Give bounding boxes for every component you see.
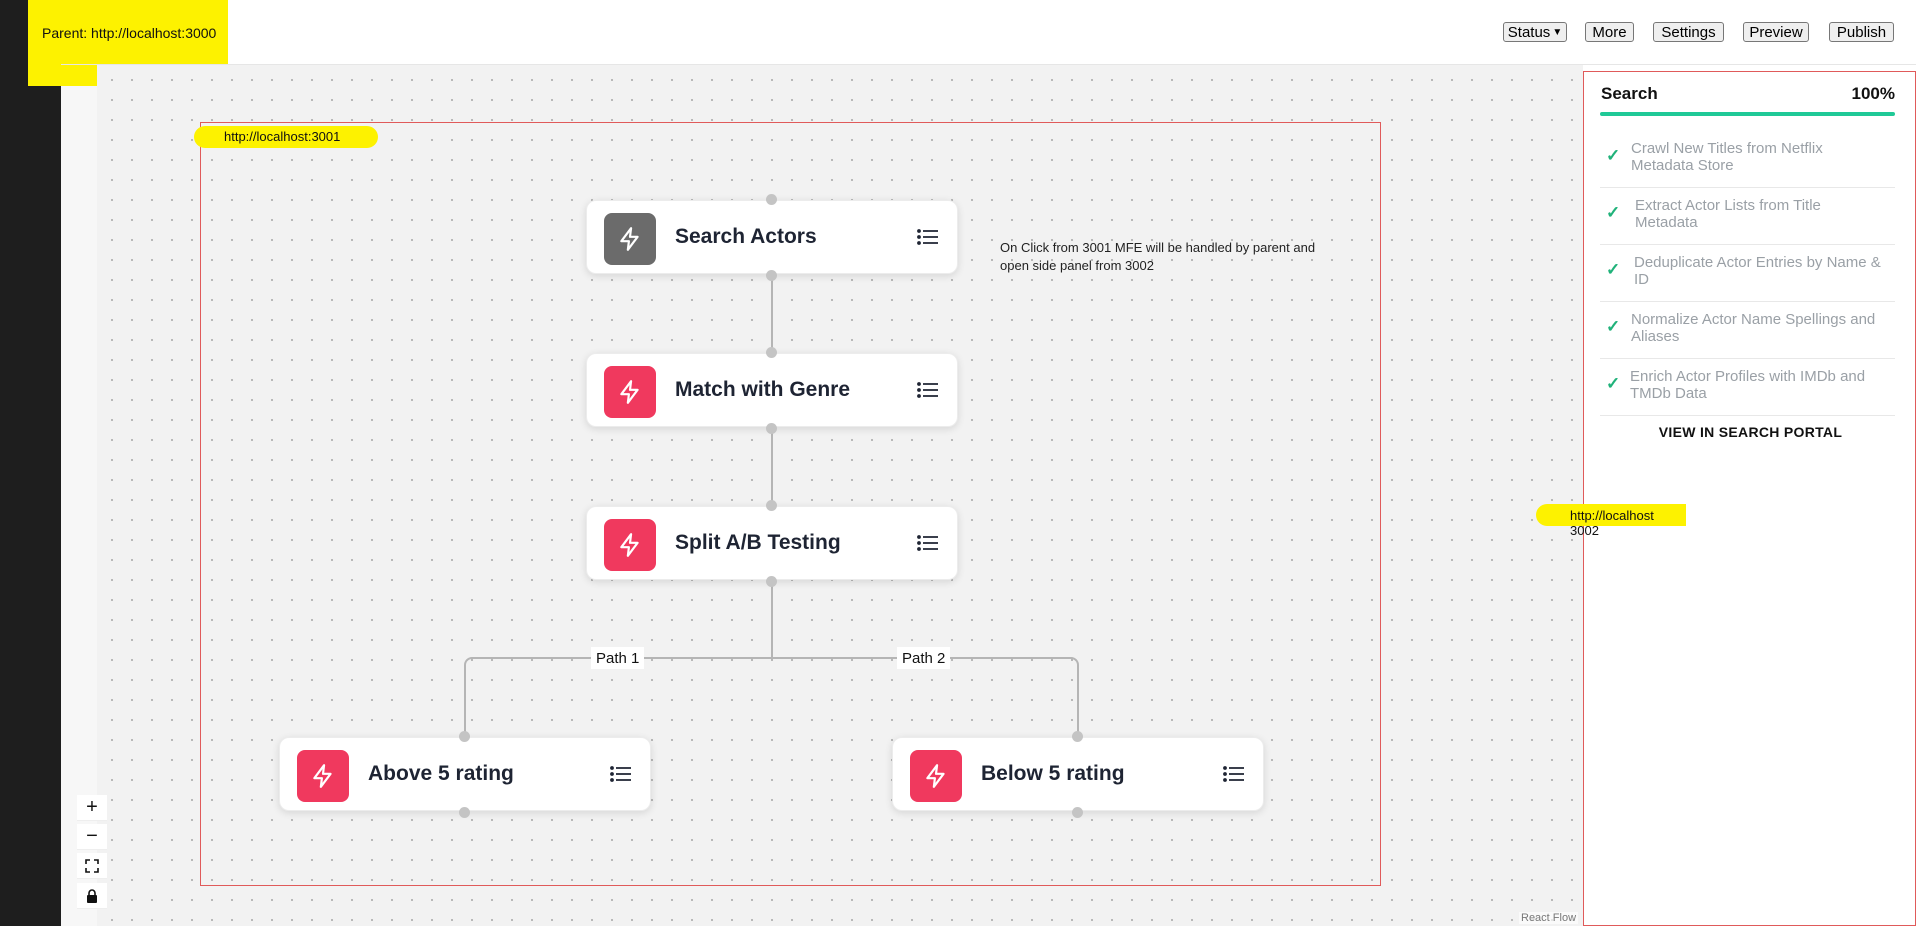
list-menu-icon[interactable] xyxy=(917,228,939,246)
handle-split-top[interactable] xyxy=(766,500,777,511)
node-above-5-rating[interactable]: Above 5 rating xyxy=(279,737,651,811)
side-panel: Search 100% ✓ Crawl New Titles from Netf… xyxy=(1583,71,1916,926)
fit-view-button[interactable] xyxy=(77,853,107,879)
settings-button[interactable]: Settings xyxy=(1653,22,1724,42)
task-item[interactable]: ✓ Extract Actor Lists from Title Metadat… xyxy=(1600,187,1895,245)
more-button[interactable]: More xyxy=(1585,22,1634,42)
chevron-down-icon: ▼ xyxy=(1552,26,1563,38)
lock-icon xyxy=(87,888,97,903)
handle-below-top[interactable] xyxy=(1072,731,1083,742)
node-title: Split A/B Testing xyxy=(675,531,841,554)
progress-bar xyxy=(1600,112,1895,116)
node-title: Below 5 rating xyxy=(981,762,1125,785)
fit-view-icon xyxy=(85,858,99,873)
node-title: Above 5 rating xyxy=(368,762,514,785)
handle-search-top[interactable] xyxy=(766,194,777,205)
list-menu-icon[interactable] xyxy=(1223,765,1245,783)
node-icon-box xyxy=(604,366,656,418)
check-icon: ✓ xyxy=(1606,374,1621,393)
check-icon: ✓ xyxy=(1606,317,1621,336)
bolt-icon xyxy=(620,380,639,404)
list-menu-icon[interactable] xyxy=(610,765,632,783)
handle-above-bottom[interactable] xyxy=(459,807,470,818)
publish-button[interactable]: Publish xyxy=(1829,22,1894,42)
handle-split-bottom[interactable] xyxy=(766,576,777,587)
mfe-3002-label: http://localhost 3002 xyxy=(1536,504,1686,538)
status-select-label: Status xyxy=(1507,23,1551,41)
task-label: Normalize Actor Name Spellings and Alias… xyxy=(1631,311,1876,345)
task-item[interactable]: ✓ Crawl New Titles from Netflix Metadata… xyxy=(1600,130,1895,188)
node-icon-box xyxy=(604,519,656,571)
zoom-out-button[interactable]: − xyxy=(77,824,107,850)
node-title: Match with Genre xyxy=(675,378,851,401)
bolt-icon xyxy=(620,533,639,557)
edge-genre-to-split xyxy=(771,428,773,505)
side-panel-title: Search xyxy=(1601,84,1658,103)
check-icon: ✓ xyxy=(1606,146,1621,165)
task-label: Deduplicate Actor Entries by Name & ID xyxy=(1634,254,1881,288)
preview-button[interactable]: Preview xyxy=(1743,22,1809,42)
zoom-in-button[interactable]: + xyxy=(77,795,107,821)
list-menu-icon[interactable] xyxy=(917,534,939,552)
handle-above-top[interactable] xyxy=(459,731,470,742)
node-below-5-rating[interactable]: Below 5 rating xyxy=(892,737,1264,811)
left-sidebar-strip xyxy=(0,0,61,926)
status-select[interactable]: Status ▼ xyxy=(1503,22,1567,42)
check-icon: ✓ xyxy=(1606,260,1621,279)
check-icon: ✓ xyxy=(1606,203,1621,222)
node-icon-box xyxy=(604,213,656,265)
side-panel-percent: 100% xyxy=(1851,84,1895,103)
list-menu-icon[interactable] xyxy=(917,381,939,399)
handle-genre-top[interactable] xyxy=(766,347,777,358)
edge-split-trunk xyxy=(771,581,773,660)
react-flow-attribution[interactable]: React Flow xyxy=(1519,912,1579,924)
node-icon-box xyxy=(297,750,349,802)
canvas-annotation: On Click from 3001 MFE will be handled b… xyxy=(1000,240,1316,273)
view-in-search-portal-link[interactable]: VIEW IN SEARCH PORTAL xyxy=(1584,424,1916,440)
lock-button[interactable] xyxy=(77,883,107,909)
node-match-with-genre[interactable]: Match with Genre xyxy=(586,353,958,427)
mfe-3001-label-text: http://localhost:3001 xyxy=(224,129,341,144)
task-item[interactable]: ✓ Normalize Actor Name Spellings and Ali… xyxy=(1600,301,1895,359)
edge-search-to-genre xyxy=(771,275,773,352)
handle-below-bottom[interactable] xyxy=(1072,807,1083,818)
edge-path-2 xyxy=(772,657,1079,737)
path-1-label[interactable]: Path 1 xyxy=(591,647,645,669)
edge-path-1 xyxy=(464,657,772,737)
path-2-label[interactable]: Path 2 xyxy=(897,647,951,669)
node-title: Search Actors xyxy=(675,225,817,248)
task-item[interactable]: ✓ Enrich Actor Profiles with IMDb and TM… xyxy=(1600,358,1895,416)
node-icon-box xyxy=(910,750,962,802)
bolt-icon xyxy=(926,764,945,788)
bolt-icon xyxy=(620,227,639,251)
node-split-ab-testing[interactable]: Split A/B Testing xyxy=(586,506,958,580)
bolt-icon xyxy=(313,764,332,788)
handle-search-bottom[interactable] xyxy=(766,270,777,281)
task-label: Enrich Actor Profiles with IMDb and TMDb… xyxy=(1630,368,1866,402)
task-label: Crawl New Titles from Netflix Metadata S… xyxy=(1631,140,1823,174)
node-search-actors[interactable]: Search Actors xyxy=(586,200,958,274)
task-label: Extract Actor Lists from Title Metadata xyxy=(1635,197,1821,231)
handle-genre-bottom[interactable] xyxy=(766,423,777,434)
mfe-3001-label: http://localhost:3001 xyxy=(194,126,378,148)
parent-host-text: Parent: http://localhost:3000 xyxy=(42,25,217,41)
task-item[interactable]: ✓ Deduplicate Actor Entries by Name & ID xyxy=(1600,244,1895,302)
mfe-3002-label-text: http://localhost 3002 xyxy=(1570,508,1654,538)
